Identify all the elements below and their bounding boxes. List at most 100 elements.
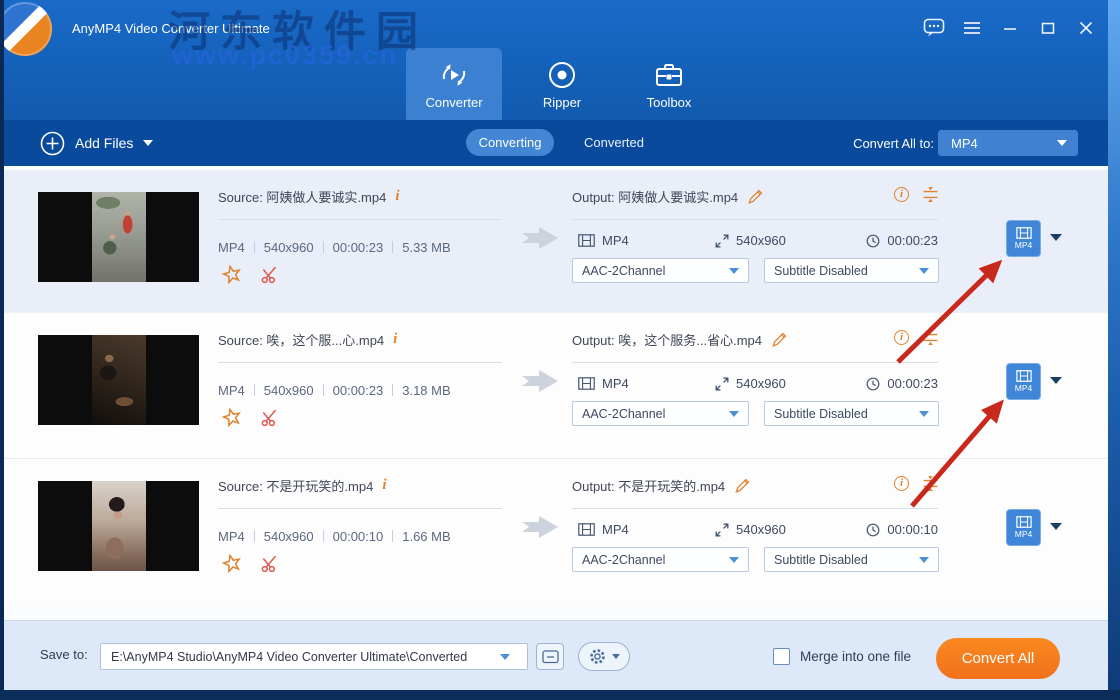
thumbnail-image <box>91 192 146 282</box>
output-duration-value: 00:00:23 <box>887 233 938 248</box>
gear-icon <box>590 649 605 664</box>
chevron-down-icon <box>1057 140 1067 146</box>
video-thumbnail[interactable] <box>38 192 199 282</box>
arrow-right-icon <box>522 227 558 249</box>
minimize-button[interactable] <box>998 16 1022 40</box>
video-thumbnail[interactable] <box>38 335 199 425</box>
output-filename: Output: 唉，这个服务...省心.mp4 <box>572 333 762 348</box>
format-caret[interactable] <box>1050 523 1062 530</box>
app-title: AnyMP4 Video Converter Ultimate <box>72 21 270 36</box>
resolution-icon <box>715 377 729 391</box>
edit-effects-icon[interactable] <box>222 408 242 427</box>
output-info-icon[interactable]: i <box>894 476 909 491</box>
source-info-icon[interactable]: i <box>382 477 386 494</box>
converted-label: Converted <box>584 135 644 150</box>
output-duration-value: 00:00:10 <box>887 522 938 537</box>
subtitle-select[interactable]: Subtitle Disabled <box>764 547 939 572</box>
edit-effects-icon[interactable] <box>222 554 242 573</box>
divider <box>572 362 938 363</box>
feedback-icon[interactable] <box>922 16 946 40</box>
source-info-icon[interactable]: i <box>393 331 397 348</box>
chevron-down-icon <box>729 557 739 563</box>
output-resolution-value: 540x960 <box>736 522 786 537</box>
tab-ripper[interactable]: Ripper <box>520 48 604 120</box>
video-thumbnail[interactable] <box>38 481 199 571</box>
subtitle-value: Subtitle Disabled <box>774 406 868 421</box>
format-badge-label: MP4 <box>1014 383 1033 394</box>
maximize-button[interactable] <box>1036 16 1060 40</box>
format-badge-label: MP4 <box>1014 240 1033 251</box>
audio-track-select[interactable]: AAC-2Channel <box>572 401 749 426</box>
chevron-down-icon <box>919 268 929 274</box>
audio-track-select[interactable]: AAC-2Channel <box>572 258 749 283</box>
adjust-settings-icon[interactable] <box>922 186 939 203</box>
rename-icon[interactable] <box>747 188 764 205</box>
format-caret[interactable] <box>1050 234 1062 241</box>
audio-track-value: AAC-2Channel <box>582 263 666 278</box>
cut-icon[interactable] <box>260 265 280 284</box>
output-resolution-value: 540x960 <box>736 233 786 248</box>
output-info-icon[interactable]: i <box>894 187 909 202</box>
source-meta: MP4 540x960 00:00:23 3.18 MB <box>218 383 451 398</box>
tab-converter[interactable]: Converter <box>406 48 502 120</box>
film-icon <box>1015 227 1032 240</box>
add-files-caret-icon <box>143 140 154 146</box>
duration-icon <box>866 523 880 537</box>
output-info-icon[interactable]: i <box>894 330 909 345</box>
output-format-button[interactable]: MP4 <box>1006 220 1041 257</box>
resolution-icon <box>715 234 729 248</box>
adjust-settings-icon[interactable] <box>922 475 939 492</box>
subtitle-select[interactable]: Subtitle Disabled <box>764 401 939 426</box>
output-filename: Output: 不是开玩笑的.mp4 <box>572 479 726 494</box>
tab-toolbox-label: Toolbox <box>646 95 692 110</box>
output-resolution-value: 540x960 <box>736 376 786 391</box>
app-window: AnyMP4 Video Converter Ultimate Converte… <box>4 0 1108 690</box>
audio-track-value: AAC-2Channel <box>582 552 666 567</box>
open-folder-button[interactable] <box>536 643 564 670</box>
subtitle-select[interactable]: Subtitle Disabled <box>764 258 939 283</box>
header: AnyMP4 Video Converter Ultimate Converte… <box>4 0 1108 120</box>
plus-circle-icon <box>40 131 65 155</box>
source-meta: MP4 540x960 00:00:23 5.33 MB <box>218 240 451 255</box>
cut-icon[interactable] <box>260 408 280 427</box>
settings-button[interactable] <box>578 642 630 671</box>
source-filename: Source: 不是开玩笑的.mp4 <box>218 479 374 494</box>
convert-all-to-label: Convert All to: <box>853 135 934 151</box>
menu-icon[interactable] <box>960 16 984 40</box>
duration-icon <box>866 377 880 391</box>
file-row: Source: 唉，这个服...心.mp4 i MP4 540x960 00:00:… <box>4 312 1108 459</box>
tab-toolbox[interactable]: Toolbox <box>624 48 714 120</box>
edit-effects-icon[interactable] <box>222 265 242 284</box>
adjust-settings-icon[interactable] <box>922 329 939 346</box>
output-filename: Output: 阿姨做人要诚实.mp4 <box>572 190 739 205</box>
close-button[interactable] <box>1074 16 1098 40</box>
cut-icon[interactable] <box>260 554 280 573</box>
output-format-value: MP4 <box>602 376 629 391</box>
source-filename: Source: 阿姨做人要诚实.mp4 <box>218 190 387 205</box>
output-format-button[interactable]: MP4 <box>1006 509 1041 546</box>
convert-all-to-select[interactable]: MP4 <box>938 130 1078 156</box>
view-converting[interactable]: Converting <box>466 129 554 156</box>
audio-track-select[interactable]: AAC-2Channel <box>572 547 749 572</box>
convert-all-button[interactable]: Convert All <box>936 638 1060 679</box>
source-info-icon[interactable]: i <box>395 188 399 205</box>
film-icon <box>1015 370 1032 383</box>
resolution-icon <box>715 523 729 537</box>
arrow-right-icon <box>522 516 558 538</box>
output-duration-value: 00:00:23 <box>887 376 938 391</box>
save-path-caret[interactable] <box>500 654 510 660</box>
tab-ripper-label: Ripper <box>542 95 582 110</box>
merge-checkbox[interactable] <box>773 648 790 665</box>
add-files-label: Add Files <box>75 135 134 151</box>
rename-icon[interactable] <box>771 331 788 348</box>
rename-icon[interactable] <box>734 477 751 494</box>
format-caret[interactable] <box>1050 377 1062 384</box>
view-converted[interactable]: Converted <box>584 129 644 156</box>
thumbnail-image <box>91 335 146 425</box>
output-format-button[interactable]: MP4 <box>1006 363 1041 400</box>
output-format-value: MP4 <box>602 233 629 248</box>
footer: Save to: Merge into one file Convert All <box>4 620 1108 690</box>
source-filename: Source: 唉，这个服...心.mp4 <box>218 333 385 348</box>
add-files-button[interactable]: Add Files <box>40 120 154 166</box>
save-path-input[interactable] <box>100 643 528 670</box>
